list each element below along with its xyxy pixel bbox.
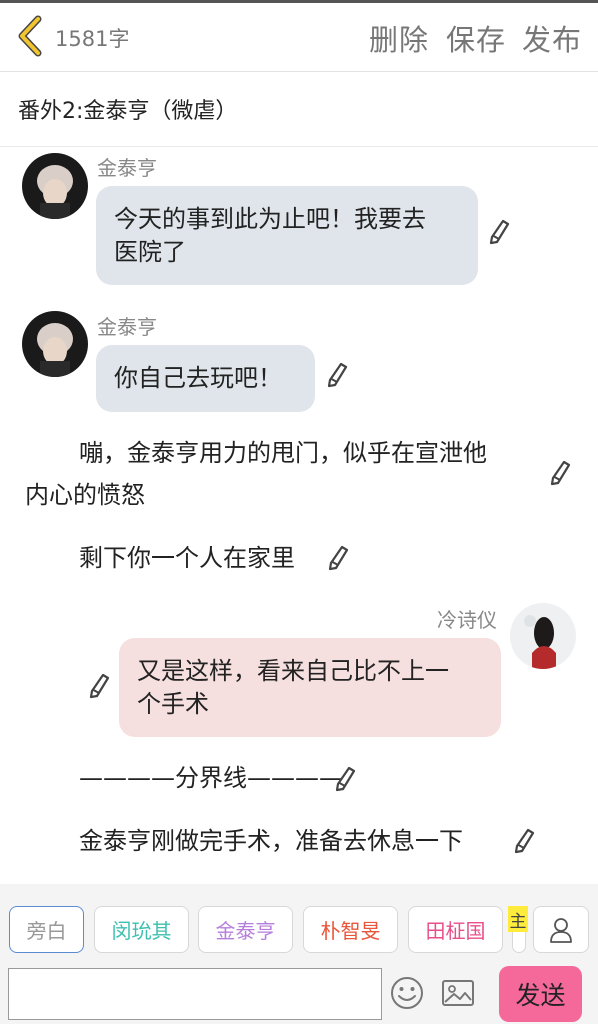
story-title: 番外2:金泰亨（微虐）: [18, 99, 238, 124]
image-icon[interactable]: [440, 975, 476, 1011]
chat-bubble[interactable]: 你自己去玩吧！: [96, 345, 315, 412]
character-chip-kim-taehyung[interactable]: 金泰亨: [198, 906, 293, 953]
send-button[interactable]: 发送: [499, 966, 582, 1022]
character-chip-min-yoongi[interactable]: 闵玧其: [94, 906, 189, 953]
message-input[interactable]: [8, 968, 382, 1020]
bubble-text-line: 今天的事到此为止吧！我要去: [114, 205, 426, 233]
narration-text[interactable]: 金泰亨刚做完手术，准备去休息一下: [79, 820, 463, 862]
speaker-name: 金泰亨: [97, 315, 157, 339]
avatar-leng-shiyi: [510, 603, 576, 669]
bubble-text-line: 个手术: [137, 690, 209, 718]
bubble-text-line: 医院了: [114, 238, 186, 266]
main-character-badge: 主: [508, 906, 528, 932]
divider: [0, 146, 598, 147]
bubble-text-line: 又是这样，看来自己比不上一: [137, 657, 449, 685]
smiley-icon[interactable]: [389, 975, 425, 1011]
pencil-icon[interactable]: [88, 673, 110, 699]
pencil-icon[interactable]: [334, 766, 356, 792]
narration-text[interactable]: ————分界线————: [79, 757, 343, 799]
delete-button[interactable]: 删除: [369, 17, 429, 59]
save-button[interactable]: 保存: [446, 17, 506, 59]
avatar-kim-taehyung: [22, 311, 88, 377]
user-icon: [550, 917, 572, 943]
top-bar: 1581字 删除 保存 发布: [0, 3, 598, 72]
word-count: 1581字: [55, 27, 130, 51]
pencil-icon[interactable]: [327, 545, 349, 571]
publish-button[interactable]: 发布: [522, 17, 582, 59]
character-chip-jeon-jungkook[interactable]: 田柾国: [408, 906, 503, 953]
narration-text[interactable]: 剩下你一个人在家里: [79, 537, 295, 579]
user-select-button[interactable]: [533, 906, 589, 953]
pencil-icon[interactable]: [326, 362, 348, 388]
speaker-name: 金泰亨: [97, 156, 157, 180]
avatar-kim-taehyung: [22, 153, 88, 219]
character-chip-park-jimin[interactable]: 朴智旻: [303, 906, 398, 953]
pencil-icon[interactable]: [513, 828, 535, 854]
chat-bubble[interactable]: 又是这样，看来自己比不上一 个手术: [119, 638, 501, 737]
back-chevron-icon[interactable]: [14, 15, 48, 57]
speaker-name: 冷诗仪: [437, 608, 497, 632]
narration-text[interactable]: 内心的愤怒: [25, 474, 145, 516]
bubble-text-line: 你自己去玩吧！: [114, 364, 282, 392]
character-chip-narrator[interactable]: 旁白: [9, 906, 84, 953]
pencil-icon[interactable]: [488, 219, 510, 245]
pencil-icon[interactable]: [549, 460, 571, 486]
chat-bubble[interactable]: 今天的事到此为止吧！我要去 医院了: [96, 186, 478, 285]
narration-text[interactable]: 嘣，金泰亨用力的甩门，似乎在宣泄他: [79, 432, 487, 474]
